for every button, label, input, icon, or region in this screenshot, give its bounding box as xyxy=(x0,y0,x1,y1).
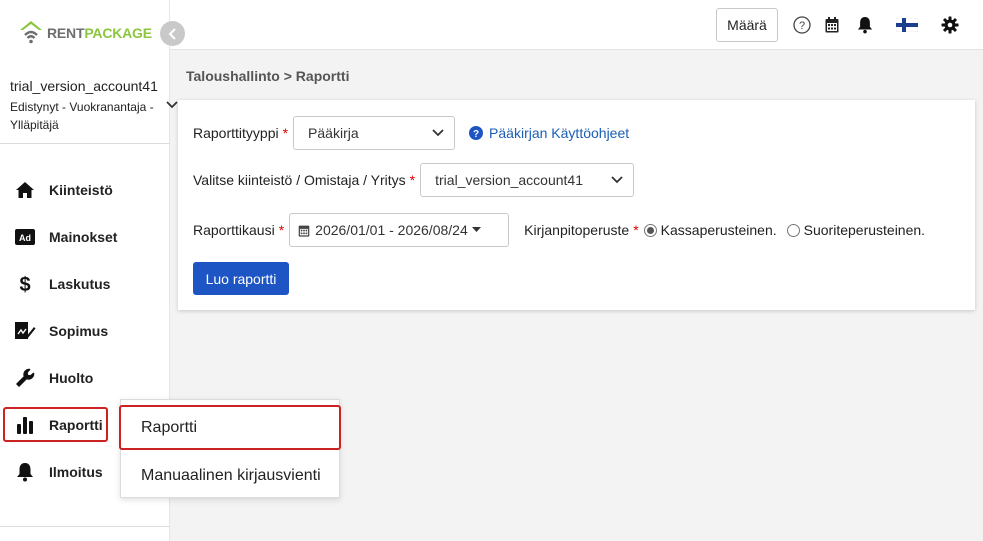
create-report-button[interactable]: Luo raportti xyxy=(193,262,289,295)
help-icon[interactable]: ? xyxy=(792,15,812,35)
chevron-down-icon xyxy=(432,129,444,137)
nav-item-sopimus[interactable]: Sopimus xyxy=(0,307,170,354)
sidebar-collapse-button[interactable] xyxy=(160,21,185,46)
nav-label: Ilmoitus xyxy=(49,463,103,480)
submenu-item-manual-entry-export[interactable]: Manuaalinen kirjausvienti xyxy=(121,453,339,498)
accounting-basis-label: Kirjanpitoperuste xyxy=(524,222,630,238)
accrual-basis-label: Suoriteperusteinen. xyxy=(803,222,926,238)
active-highlight-box xyxy=(3,407,108,442)
sidebar-divider xyxy=(0,526,170,527)
wrench-icon xyxy=(14,367,36,389)
submenu-item-raportti[interactable]: Raportti xyxy=(119,405,341,450)
nav-label: Laskutus xyxy=(49,275,111,292)
cash-basis-label: Kassaperusteinen. xyxy=(660,222,777,238)
accrual-basis-radio[interactable] xyxy=(786,223,800,237)
report-type-value: Pääkirja xyxy=(308,125,359,141)
report-submenu: Raportti Manuaalinen kirjausvienti xyxy=(119,399,341,498)
report-period-label: Raporttikausi xyxy=(193,222,275,238)
report-type-label: Raporttityyppi xyxy=(193,125,279,141)
chevron-down-icon xyxy=(611,176,623,184)
property-value: trial_version_account41 xyxy=(435,172,583,188)
ad-icon: Ad xyxy=(14,226,36,248)
quantity-button[interactable]: Määrä xyxy=(716,8,778,42)
nav-label: Mainokset xyxy=(49,228,118,245)
nav-item-kiinteisto[interactable]: Kiinteistö xyxy=(0,166,170,213)
nav-label: Huolto xyxy=(49,369,94,386)
account-name: trial_version_account41 xyxy=(10,78,158,94)
chevron-down-icon[interactable] xyxy=(166,101,178,109)
cash-basis-radio[interactable] xyxy=(643,223,657,237)
date-range-value: 2026/01/01 - 2026/08/24 xyxy=(315,222,468,238)
rentpackage-logo[interactable]: RENTPACKAGE xyxy=(18,18,152,48)
report-type-select[interactable]: Pääkirja xyxy=(293,116,456,150)
required-asterisk: * xyxy=(633,222,639,238)
breadcrumb: Taloushallinto > Raportti xyxy=(186,68,350,84)
required-asterisk: * xyxy=(282,125,289,141)
user-guide-link[interactable]: Pääkirjan Käyttöohjeet xyxy=(489,125,629,141)
calendar-icon[interactable] xyxy=(822,15,842,35)
nav-item-huolto[interactable]: Huolto xyxy=(0,354,170,401)
caret-down-icon xyxy=(471,227,481,232)
required-asterisk: * xyxy=(278,222,285,238)
calendar-icon xyxy=(298,225,310,237)
svg-text:?: ? xyxy=(799,20,805,32)
bell-icon xyxy=(14,461,36,483)
dollar-icon: $ xyxy=(14,273,36,295)
home-icon xyxy=(14,179,36,201)
logo-text: RENTPACKAGE xyxy=(47,25,152,41)
notification-bell-icon[interactable] xyxy=(855,15,875,35)
settings-gear-icon[interactable] xyxy=(940,15,960,35)
account-role: Edistynyt - Vuokranantaja - Ylläpitäjä xyxy=(10,100,154,132)
account-switcher[interactable]: trial_version_account41 Edistynyt - Vuok… xyxy=(0,70,170,144)
required-asterisk: * xyxy=(409,172,416,188)
nav-label: Kiinteistö xyxy=(49,181,113,198)
question-circle-icon[interactable]: ? xyxy=(469,126,484,140)
property-label: Valitse kiinteistö / Omistaja / Yritys xyxy=(193,172,406,188)
chevron-left-icon xyxy=(168,27,176,40)
contract-sign-icon xyxy=(14,320,36,342)
logo-house-wifi-icon xyxy=(20,21,42,44)
property-select[interactable]: trial_version_account41 xyxy=(420,163,635,197)
nav-item-laskutus[interactable]: $ Laskutus xyxy=(0,260,170,307)
report-form-card: Raporttityyppi * Pääkirja ? Pääkirjan Kä… xyxy=(178,100,975,310)
svg-text:Ad: Ad xyxy=(19,233,31,243)
svg-text:?: ? xyxy=(473,129,479,140)
svg-text:$: $ xyxy=(19,274,30,295)
finland-flag-icon[interactable] xyxy=(895,15,919,35)
nav-item-mainokset[interactable]: Ad Mainokset xyxy=(0,213,170,260)
date-range-picker[interactable]: 2026/01/01 - 2026/08/24 xyxy=(289,213,510,247)
nav-label: Sopimus xyxy=(49,322,109,339)
top-header: Määrä ? xyxy=(170,0,983,50)
